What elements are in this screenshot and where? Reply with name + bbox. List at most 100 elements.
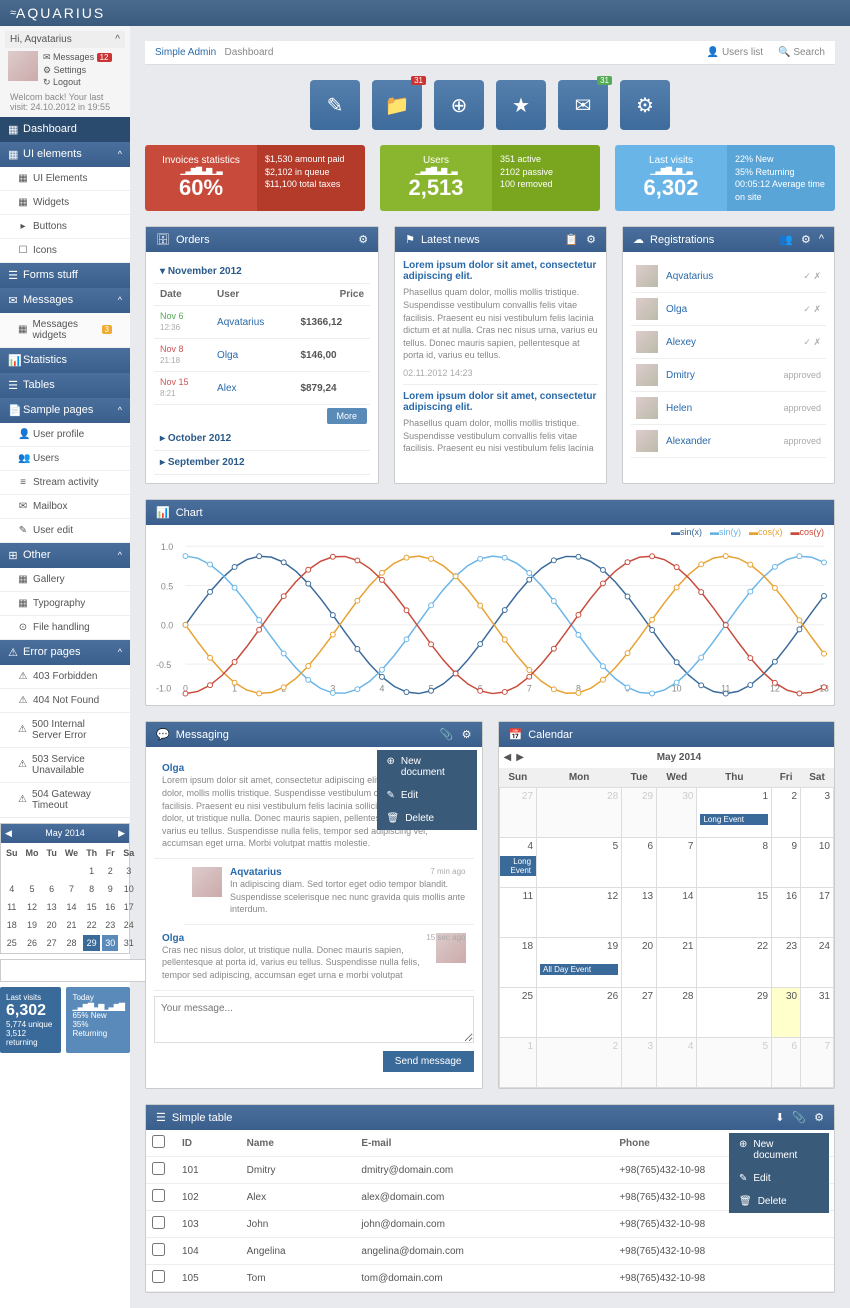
attach-icon[interactable]: 📎 xyxy=(792,1111,806,1124)
search-link[interactable]: 🔍 Search xyxy=(778,47,825,58)
messaging-dropdown: ⊕ New document ✎ Edit 🗑 Delete xyxy=(377,750,477,830)
nav-item-icons[interactable]: ☐Icons xyxy=(0,239,130,263)
dd-edit[interactable]: ✎ Edit xyxy=(729,1167,829,1190)
nav-sample[interactable]: 📄Sample pages^ xyxy=(0,398,130,423)
nav-item-file[interactable]: ⊙File handling xyxy=(0,616,130,640)
message-input[interactable] xyxy=(154,996,474,1043)
nav-item-profile[interactable]: 👤User profile xyxy=(0,423,130,447)
send-button[interactable]: Send message xyxy=(383,1051,474,1072)
nav-item-msg-widgets[interactable]: ▦Messages widgets3 xyxy=(0,313,130,348)
nav-dashboard[interactable]: ▦Dashboard xyxy=(0,117,130,142)
table-row[interactable]: Nov 158:21Alex$879,24 xyxy=(154,372,370,405)
nav-item-stream[interactable]: ≡Stream activity xyxy=(0,471,130,495)
collapse-icon[interactable]: ^ xyxy=(819,233,824,246)
nav-item-503[interactable]: ⚠503 Service Unavailable xyxy=(0,748,130,783)
nav-tables[interactable]: ☰Tables xyxy=(0,373,130,398)
stat-users: Users▁▃▆▇▃▆▁▃2,513 351 active2102 passiv… xyxy=(380,145,600,211)
accordion-oct[interactable]: ▸ October 2012 xyxy=(154,427,370,451)
cal-next[interactable]: ▶ xyxy=(516,752,524,763)
nav-item-typo[interactable]: ▦Typography xyxy=(0,592,130,616)
table-row[interactable]: 105Tomtom@domain.com+98(765)432-10-98 xyxy=(146,1265,834,1292)
brand: AQUARIUS xyxy=(16,5,105,21)
nav-item-useredit[interactable]: ✎User edit xyxy=(0,519,130,543)
tile-edit[interactable]: ✎ xyxy=(310,80,360,130)
reg-item[interactable]: Dmitryapproved xyxy=(631,359,826,392)
gear-icon[interactable]: ⚙ xyxy=(358,233,368,246)
chart-icon: 📊 xyxy=(156,506,170,519)
nav-ui-elements[interactable]: ▦UI elements^ xyxy=(0,142,130,167)
nav-forms[interactable]: ☰Forms stuff xyxy=(0,263,130,288)
accordion-nov[interactable]: ▾ November 2012 xyxy=(154,260,370,284)
reg-item[interactable]: Alexanderapproved xyxy=(631,425,826,458)
dd-new[interactable]: ⊕ New document xyxy=(729,1133,829,1167)
cal-prev[interactable]: ◀ xyxy=(5,828,12,839)
tile-add[interactable]: ⊕ xyxy=(434,80,484,130)
users-list-link[interactable]: 👤 Users list xyxy=(707,47,763,58)
nav-item-ui[interactable]: ▦UI Elements xyxy=(0,167,130,191)
gear-icon[interactable]: ⚙ xyxy=(462,728,472,741)
tile-star[interactable]: ★ xyxy=(496,80,546,130)
avatar[interactable] xyxy=(8,51,38,81)
tile-settings[interactable]: ⚙ xyxy=(620,80,670,130)
logout-link[interactable]: ↻ Logout xyxy=(43,76,112,89)
svg-text:1.0: 1.0 xyxy=(161,543,173,553)
accordion-sep[interactable]: ▸ September 2012 xyxy=(154,451,370,475)
attach-icon[interactable]: 📎 xyxy=(440,728,454,741)
cal-prev[interactable]: ◀ xyxy=(504,752,512,763)
welcome-text: Welcom back! Your last visit: 24.10.2012… xyxy=(5,92,125,112)
nav-item-403[interactable]: ⚠403 Forbidden xyxy=(0,665,130,689)
svg-text:4: 4 xyxy=(379,684,384,694)
table-row[interactable]: 103Johnjohn@domain.com+98(765)432-10-98 xyxy=(146,1211,834,1238)
reg-item[interactable]: Alexey✓ ✗ xyxy=(631,326,826,359)
nav-item-gallery[interactable]: ▦Gallery xyxy=(0,568,130,592)
dd-edit[interactable]: ✎ Edit xyxy=(377,784,477,807)
dd-delete[interactable]: 🗑 Delete xyxy=(377,807,477,830)
nav-item-404[interactable]: ⚠404 Not Found xyxy=(0,689,130,713)
more-button[interactable]: More xyxy=(327,408,368,424)
top-bar: ≈ AQUARIUS xyxy=(0,0,850,26)
reg-item[interactable]: Helenapproved xyxy=(631,392,826,425)
reg-item[interactable]: Olga✓ ✗ xyxy=(631,293,826,326)
copy-icon[interactable]: 📋 xyxy=(564,233,578,246)
nav-messages[interactable]: ✉Messages^ xyxy=(0,288,130,313)
svg-text:-0.5: -0.5 xyxy=(156,660,171,670)
nav-other[interactable]: ⊞Other^ xyxy=(0,543,130,568)
nav-statistics[interactable]: 📊Statistics xyxy=(0,348,130,373)
registrations-panel: ☁Registrations👥⚙^ Aqvatarius✓ ✗Olga✓ ✗Al… xyxy=(622,226,835,484)
collapse-icon[interactable]: ^ xyxy=(115,34,120,45)
cloud-icon: ☁ xyxy=(633,233,644,246)
tile-folder[interactable]: 📁31 xyxy=(372,80,422,130)
select-all[interactable] xyxy=(152,1135,165,1148)
mini-cal-grid[interactable]: SuMoTuWeThFrSa 123 45678910 111213141516… xyxy=(1,843,139,953)
messages-link[interactable]: ✉ Messages 12 xyxy=(43,51,112,64)
gear-icon[interactable]: ⚙ xyxy=(586,233,596,246)
nav-item-users[interactable]: 👥Users xyxy=(0,447,130,471)
dd-new[interactable]: ⊕ New document xyxy=(377,750,477,784)
download-icon[interactable]: ⬇ xyxy=(775,1111,784,1124)
settings-link[interactable]: ⚙ Settings xyxy=(43,64,112,77)
tile-mail[interactable]: ✉31 xyxy=(558,80,608,130)
nav-item-widgets[interactable]: ▦Widgets xyxy=(0,191,130,215)
breadcrumb: Simple Admin Dashboard 👤 Users list🔍 Sea… xyxy=(145,41,835,65)
avatar[interactable] xyxy=(192,867,222,897)
nav-item-mailbox[interactable]: ✉Mailbox xyxy=(0,495,130,519)
users-icon[interactable]: 👥 xyxy=(779,233,793,246)
cal-next[interactable]: ▶ xyxy=(118,828,125,839)
reg-item[interactable]: Aqvatarius✓ ✗ xyxy=(631,260,826,293)
nav-item-buttons[interactable]: ▸Buttons xyxy=(0,215,130,239)
table-row[interactable]: Nov 612:36Aqvatarius$1366,12 xyxy=(154,306,370,339)
table-row[interactable]: Nov 821:18Olga$146,00 xyxy=(154,339,370,372)
table-panel: ☰Simple table⬇📎⚙ ⊕ New document ✎ Edit 🗑… xyxy=(145,1104,835,1293)
nav-item-500[interactable]: ⚠500 Internal Server Error xyxy=(0,713,130,748)
gear-icon[interactable]: ⚙ xyxy=(801,233,811,246)
table-row[interactable]: 104Angelinaangelina@domain.com+98(765)43… xyxy=(146,1238,834,1265)
stat-visits: Last visits▁▃▆▇▃▆▁▃6,302 22% New35% Retu… xyxy=(615,145,835,211)
gear-icon[interactable]: ⚙ xyxy=(814,1111,824,1124)
flag-icon: ⚑ xyxy=(405,233,415,246)
nav-item-504[interactable]: ⚠504 Gateway Timeout xyxy=(0,783,130,818)
stat-invoices: Invoices statistics▁▃▆▇▃▆▁▃60% $1,530 am… xyxy=(145,145,365,211)
calendar-panel: 📅Calendar ◀▶May 2014 SunMonTueWedThuFriS… xyxy=(498,721,836,1089)
nav-errors[interactable]: ⚠Error pages^ xyxy=(0,640,130,665)
table-dropdown: ⊕ New document ✎ Edit 🗑 Delete xyxy=(729,1133,829,1213)
dd-delete[interactable]: 🗑 Delete xyxy=(729,1190,829,1213)
